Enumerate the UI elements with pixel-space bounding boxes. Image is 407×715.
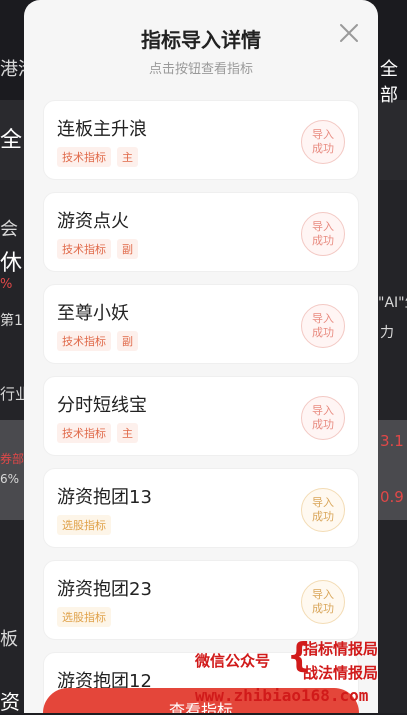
watermark-left: 微信公众号 [195,652,271,670]
close-icon[interactable] [334,18,364,48]
indicator-tags: 技术指标 副 [57,331,138,351]
watermark-right-line1: 指标情报局 [303,640,379,658]
indicator-tag: 技术指标 [57,331,111,351]
indicator-tag: 副 [117,331,138,351]
badge-line: 导入 [312,588,334,601]
background-text: 券部 [0,452,25,466]
badge-line: 导入 [312,128,334,141]
modal-subtitle: 点击按钮查看指标 [148,62,253,77]
badge-line: 成功 [312,234,334,247]
badge-line: 导入 [312,312,334,325]
background-text: 6% [0,472,20,486]
badge-line: 导入 [312,404,334,417]
background-text: 资 [0,690,20,714]
badge-line: 导入 [312,220,334,233]
background-text: 力 [380,325,394,341]
indicator-list: 连板主升浪 技术指标 主 导入 成功 游资点火 技术指标 副 导入 成功 至尊小… [43,100,359,713]
import-success-badge[interactable]: 导入 成功 [301,212,345,256]
badge-line: 成功 [312,418,334,431]
indicator-tags: 技术指标 主 [57,147,138,167]
indicator-tags: 选股指标 [57,515,111,535]
background-text: 3.1 [380,432,404,450]
badge-line: 成功 [312,326,334,339]
indicator-name: 分时短线宝 [57,395,147,416]
background-text: 全 [0,128,23,153]
indicator-card[interactable]: 分时短线宝 技术指标 主 导入 成功 [43,376,359,456]
background-text: 第1 [0,313,23,329]
background-text: % [0,277,13,292]
import-success-badge[interactable]: 导入 成功 [301,120,345,164]
background-text: "AI"生 [378,295,407,311]
modal-title: 指标导入详情 [141,28,261,52]
import-success-badge[interactable]: 导入 成功 [301,580,345,624]
indicator-name: 游资抱团23 [57,579,152,600]
badge-line: 成功 [312,602,334,615]
indicator-card[interactable]: 至尊小妖 技术指标 副 导入 成功 [43,284,359,364]
background-text: 0.9 [380,488,404,506]
indicator-name: 游资抱团13 [57,487,152,508]
background-text: 全部 [380,59,398,106]
indicator-tags: 技术指标 副 [57,239,138,259]
import-success-badge[interactable]: 导入 成功 [301,488,345,532]
indicator-tag: 选股指标 [57,515,111,535]
background-text: 板 [0,629,18,650]
background-text: 休 [0,251,23,276]
indicator-tag: 主 [117,147,138,167]
indicator-tags: 选股指标 [57,607,111,627]
indicator-name: 连板主升浪 [57,119,147,140]
badge-line: 成功 [312,510,334,523]
import-success-badge[interactable]: 导入 成功 [301,304,345,348]
indicator-tag: 主 [117,423,138,443]
indicator-card[interactable]: 游资抱团13 选股指标 导入 成功 [43,468,359,548]
indicator-card[interactable]: 游资抱团23 选股指标 导入 成功 [43,560,359,640]
import-details-modal: 指标导入详情 点击按钮查看指标 连板主升浪 技术指标 主 导入 成功 游资点火 … [24,0,378,713]
indicator-name: 至尊小妖 [57,303,129,324]
watermark-right-line2: 战法情报局 [303,664,379,682]
indicator-tag: 技术指标 [57,239,111,259]
watermark: 微信公众号 { 指标情报局 战法情报局 www.zhibiao168.com [195,636,407,713]
indicator-tag: 技术指标 [57,423,111,443]
indicator-card[interactable]: 游资点火 技术指标 副 导入 成功 [43,192,359,272]
badge-line: 成功 [312,142,334,155]
indicator-tag: 选股指标 [57,607,111,627]
indicator-tag: 技术指标 [57,147,111,167]
import-success-badge[interactable]: 导入 成功 [301,396,345,440]
indicator-card[interactable]: 连板主升浪 技术指标 主 导入 成功 [43,100,359,180]
watermark-url: www.zhibiao168.com [195,686,369,705]
indicator-name: 游资点火 [57,211,129,232]
badge-line: 导入 [312,496,334,509]
background-text: 会 [0,219,18,240]
indicator-tags: 技术指标 主 [57,423,138,443]
indicator-tag: 副 [117,239,138,259]
